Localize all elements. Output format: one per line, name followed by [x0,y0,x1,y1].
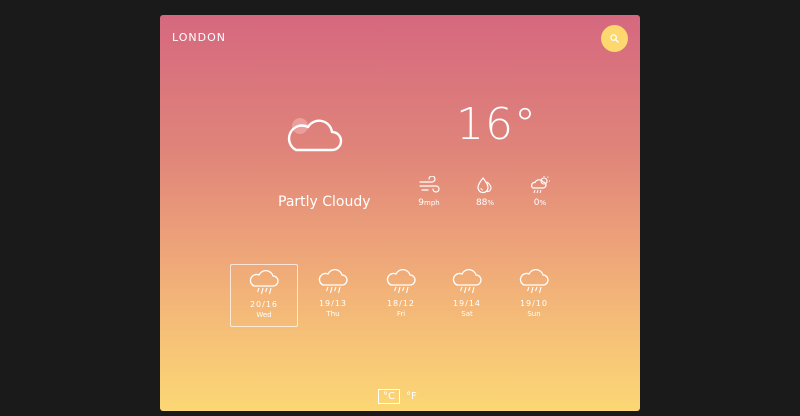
forecast-day-thu[interactable]: 19/13 Thu [299,264,367,327]
humidity-unit: % [487,199,495,207]
rain-icon [318,269,348,294]
humidity-value: 88 [475,198,488,208]
forecast-day-name: Fri [396,310,406,318]
forecast-range: 19/10 [519,299,549,308]
precipitation-stat: 0% [520,176,560,208]
weather-card: LONDON 16° Partly Cloudy 9mph 88% 0% 20/… [160,15,640,411]
precipitation-unit: % [539,199,547,207]
forecast-day-name: Sat [461,310,473,318]
forecast-range: 18/12 [386,299,416,308]
unit-toggle: °C °F [378,387,419,405]
forecast-list: 20/16 Wed 19/13 Thu 18/12 Fri 19/14 Sat … [230,264,576,328]
forecast-day-name: Thu [326,310,340,318]
city-name: LONDON [172,31,226,44]
humidity-icon [477,177,492,194]
forecast-range: 19/14 [452,299,482,308]
forecast-day-sun[interactable]: 19/10 Sun [500,264,568,327]
humidity-stat: 88% [465,176,505,208]
forecast-day-fri[interactable]: 18/12 Fri [367,264,435,327]
wind-unit: mph [424,199,440,207]
rain-icon [519,269,549,294]
search-button[interactable] [601,25,628,52]
wind-icon [419,176,440,193]
forecast-day-name: Wed [256,311,272,319]
celsius-button[interactable]: °C [378,388,400,404]
wind-stat: 9mph [409,176,449,208]
rain-icon [386,269,416,294]
search-icon [610,34,619,43]
rain-icon [452,269,482,294]
precipitation-icon [531,176,550,194]
rain-icon [249,270,279,295]
forecast-day-sat[interactable]: 19/14 Sat [433,264,501,327]
fahrenheit-button[interactable]: °F [404,390,419,403]
forecast-range: 19/13 [318,299,348,308]
forecast-day-wed[interactable]: 20/16 Wed [230,264,298,327]
current-temperature: 16° [456,99,537,150]
forecast-range: 20/16 [249,300,279,309]
forecast-day-name: Sun [527,310,541,318]
partly-cloudy-icon [287,118,343,152]
weather-condition: Partly Cloudy [278,194,371,210]
